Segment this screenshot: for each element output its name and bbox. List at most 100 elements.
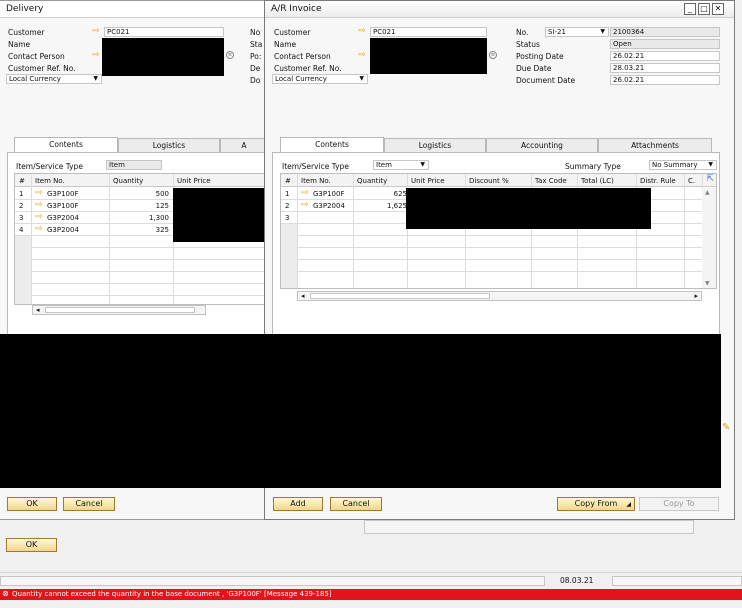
doc-number-value: 2100364 xyxy=(613,28,645,36)
link-arrow-icon[interactable]: ⇨ xyxy=(358,27,366,36)
scroll-thumb[interactable] xyxy=(45,307,195,313)
tab-logistics[interactable]: Logistics xyxy=(384,138,486,152)
row-number: 1 xyxy=(19,190,24,198)
close-icon[interactable]: ✕ xyxy=(712,3,724,15)
tab-logistics[interactable]: Logistics xyxy=(118,138,220,152)
redacted-block xyxy=(370,38,487,74)
info-icon[interactable]: ≡ xyxy=(226,51,234,59)
maximize-icon[interactable]: □ xyxy=(698,3,710,15)
no-label: No xyxy=(250,28,261,37)
ok-label: OK xyxy=(26,499,38,508)
scroll-down-icon[interactable]: ▼ xyxy=(705,280,710,287)
redacted-block xyxy=(406,188,651,229)
summary-type-select[interactable]: No Summary ▼ xyxy=(649,160,717,170)
due-date-field[interactable]: 28.03.21 xyxy=(610,63,720,73)
link-arrow-icon[interactable]: ⇨ xyxy=(92,51,100,60)
status-field: Open xyxy=(610,39,720,49)
link-arrow-icon[interactable]: ⇨ xyxy=(92,27,100,36)
customer-field[interactable]: PC021 xyxy=(370,27,487,37)
customer-label: Customer xyxy=(8,28,45,37)
scroll-left-icon[interactable]: ◂ xyxy=(36,306,40,314)
link-arrow-icon[interactable]: ⇨ xyxy=(35,201,43,210)
delivery-titlebar[interactable]: Delivery xyxy=(0,1,267,18)
tab-logistics-label: Logistics xyxy=(418,141,452,150)
posting-date-value: 26.02.21 xyxy=(613,52,645,60)
tab-accounting[interactable]: A xyxy=(220,138,268,152)
currency-value: Local Currency xyxy=(275,75,327,83)
scroll-up-icon[interactable]: ▲ xyxy=(705,189,710,196)
no-label: No. xyxy=(516,28,529,37)
document-date-label: Document Date xyxy=(516,76,576,85)
vertical-scrollbar[interactable]: ▲ ▼ xyxy=(702,188,716,288)
posting-date-field[interactable]: 26.02.21 xyxy=(610,51,720,61)
table-header: # Item No. Quantity Unit Price xyxy=(15,174,267,187)
contact-person-label: Contact Person xyxy=(274,52,331,61)
customer-field[interactable]: PC021 xyxy=(104,27,224,37)
series-select[interactable]: SI-21 ▼ xyxy=(545,27,609,37)
status-field-right xyxy=(612,576,742,586)
link-arrow-icon[interactable]: ⇨ xyxy=(301,201,309,210)
item-type-value: Item xyxy=(109,161,125,169)
item-type-value: Item xyxy=(376,161,392,169)
link-arrow-icon[interactable]: ⇨ xyxy=(35,189,43,198)
link-arrow-icon[interactable]: ⇨ xyxy=(358,51,366,60)
cancel-button[interactable]: Cancel xyxy=(330,497,382,511)
tab-accounting-label: A xyxy=(241,141,247,150)
tab-logistics-label: Logistics xyxy=(152,141,186,150)
col-header: C. xyxy=(688,177,696,185)
link-arrow-icon[interactable]: ⇨ xyxy=(35,213,43,222)
horizontal-scrollbar[interactable]: ◂ xyxy=(32,305,206,315)
col-header: Quantity xyxy=(357,177,388,185)
scroll-thumb[interactable] xyxy=(310,293,490,299)
invoice-titlebar[interactable]: A/R Invoice _ □ ✕ xyxy=(265,1,734,18)
tab-contents[interactable]: Contents xyxy=(14,137,118,152)
error-message-bar[interactable]: ⊗ Quantity cannot exceed the quantity in… xyxy=(0,589,742,600)
link-arrow-icon[interactable]: ⇨ xyxy=(35,225,43,234)
row-selector-column xyxy=(15,236,31,304)
item-type-select[interactable]: Item ▼ xyxy=(373,160,429,170)
series-value: SI-21 xyxy=(548,28,566,36)
tab-contents[interactable]: Contents xyxy=(280,137,384,152)
cancel-label: Cancel xyxy=(75,499,103,508)
scroll-left-icon[interactable]: ◂ xyxy=(301,292,305,300)
delivery-items-table: # Item No. Quantity Unit Price 1 ⇨ G3P10… xyxy=(14,173,269,305)
row-number: 1 xyxy=(285,190,290,198)
scroll-right-icon[interactable]: ▸ xyxy=(694,292,698,300)
row-selector-column xyxy=(281,224,297,288)
currency-select[interactable]: Local Currency ▼ xyxy=(6,74,102,84)
expand-table-icon[interactable]: ⇱ xyxy=(706,174,714,184)
tab-accounting[interactable]: Accounting xyxy=(486,138,598,152)
link-arrow-icon[interactable]: ⇨ xyxy=(301,189,309,198)
col-header: # xyxy=(19,177,25,185)
customer-label: Customer xyxy=(274,28,311,37)
cancel-button[interactable]: Cancel xyxy=(63,497,115,511)
info-icon[interactable]: ≡ xyxy=(489,51,497,59)
attachment-icon[interactable]: ✎ xyxy=(722,422,730,433)
ok-button[interactable]: OK xyxy=(7,497,57,511)
col-header: Quantity xyxy=(113,177,144,185)
contact-person-label: Contact Person xyxy=(8,52,65,61)
posting-date-label: Posting Date xyxy=(516,52,564,61)
copy-from-label: Copy From xyxy=(574,499,618,508)
quantity: 125 xyxy=(155,202,169,210)
col-header: Tax Code xyxy=(535,177,567,185)
add-button[interactable]: Add xyxy=(273,497,323,511)
document-date-field[interactable]: 26.02.21 xyxy=(610,75,720,85)
col-header: # xyxy=(285,177,291,185)
minimize-icon[interactable]: _ xyxy=(684,3,696,15)
bottom-ok-label: OK xyxy=(25,540,38,549)
currency-value: Local Currency xyxy=(9,75,61,83)
name-label: Name xyxy=(8,40,31,49)
copy-to-button[interactable]: Copy To xyxy=(639,497,719,511)
copy-from-button[interactable]: Copy From ◢ xyxy=(557,497,635,511)
invoice-title: A/R Invoice xyxy=(271,4,322,14)
document-date-value: 26.02.21 xyxy=(613,76,645,84)
error-text: Quantity cannot exceed the quantity in t… xyxy=(12,590,332,598)
tab-attachments[interactable]: Attachments xyxy=(598,138,712,152)
item-no: G3P100F xyxy=(47,190,79,198)
customer-ref-label: Customer Ref. No. xyxy=(8,64,76,73)
item-no: G3P2004 xyxy=(47,226,79,234)
bottom-ok-button[interactable]: OK xyxy=(6,538,57,552)
currency-select[interactable]: Local Currency ▼ xyxy=(272,74,368,84)
horizontal-scrollbar[interactable]: ◂ ▸ xyxy=(297,291,702,301)
